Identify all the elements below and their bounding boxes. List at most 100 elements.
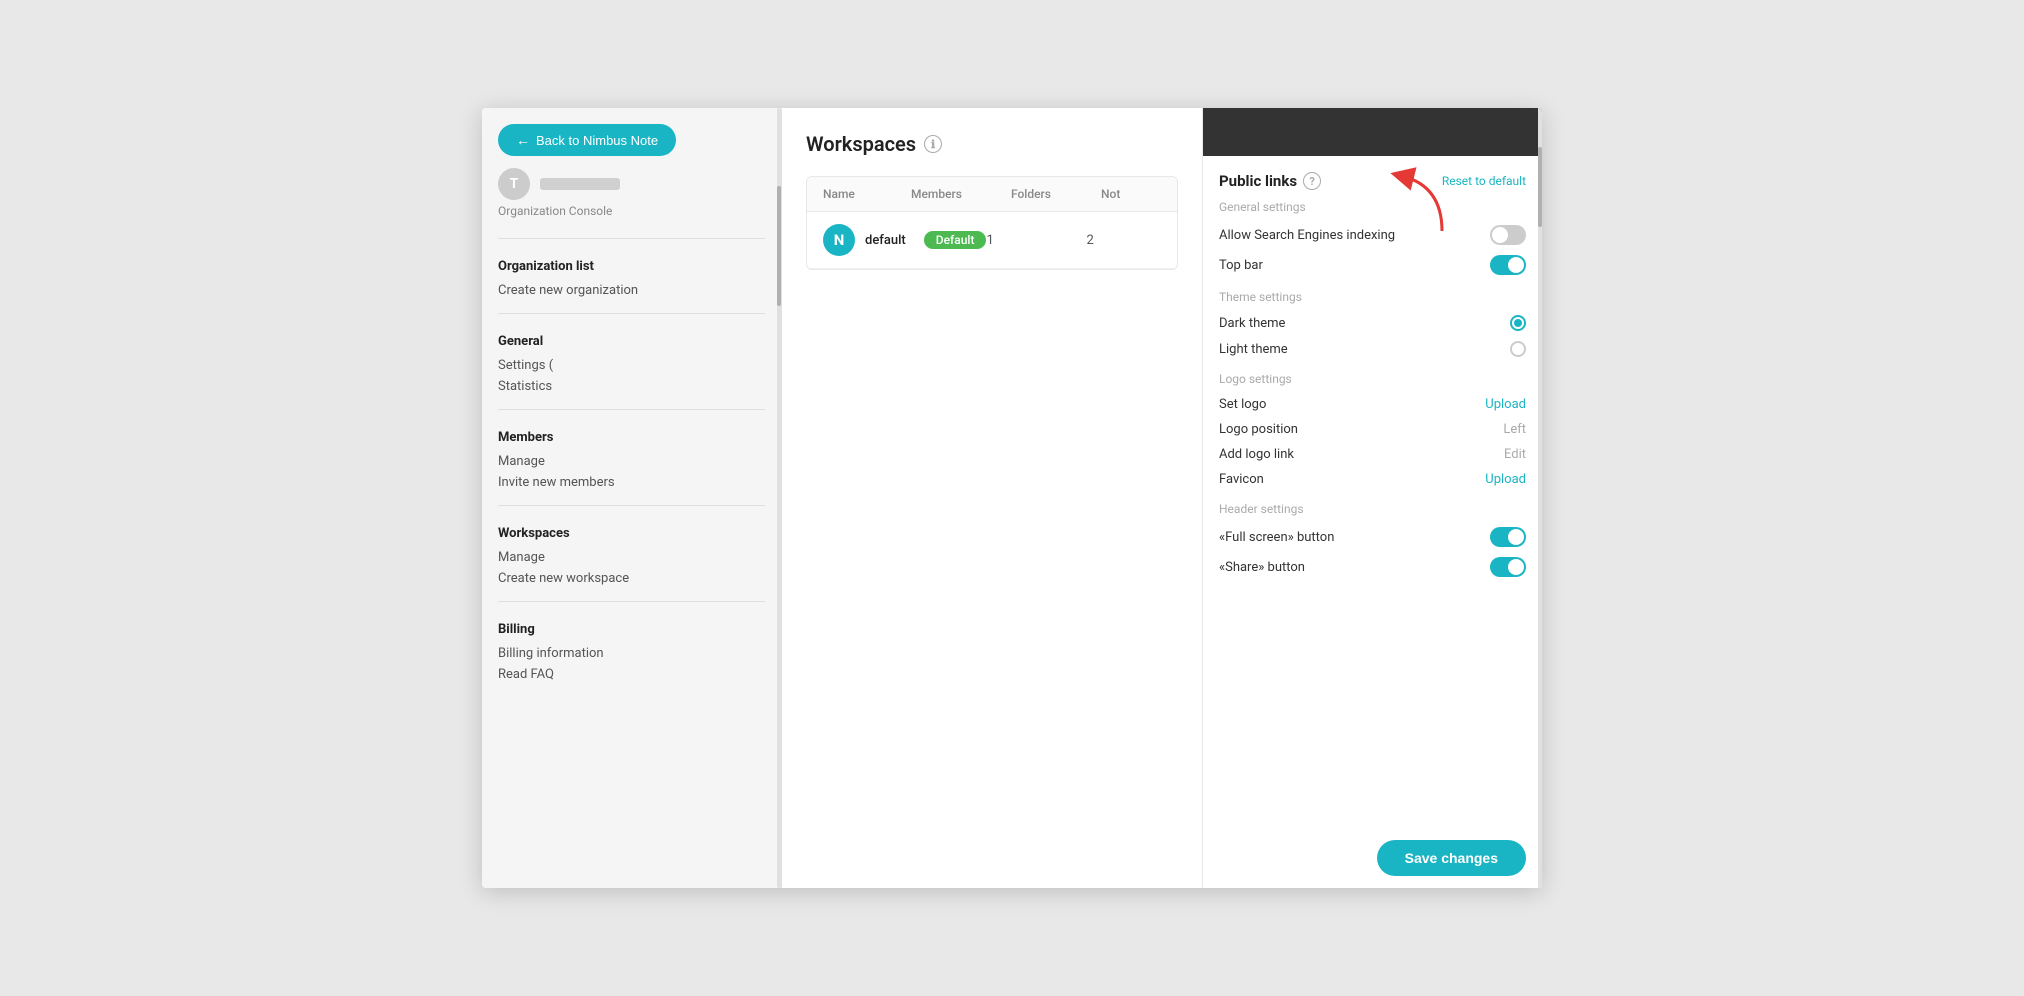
org-console-label: Organization Console bbox=[498, 204, 612, 218]
add-logo-link-label: Add logo link bbox=[1219, 447, 1294, 462]
sidebar-divider-4 bbox=[498, 505, 765, 506]
sidebar-item-settings[interactable]: Settings ( bbox=[498, 355, 765, 376]
general-settings-label: General settings bbox=[1219, 200, 1526, 214]
favicon-label: Favicon bbox=[1219, 472, 1264, 487]
sidebar-divider-3 bbox=[498, 409, 765, 410]
theme-settings-label: Theme settings bbox=[1219, 290, 1526, 304]
sidebar-section-members: Members Manage Invite new members bbox=[482, 418, 781, 497]
top-bar-label: Top bar bbox=[1219, 258, 1263, 273]
sidebar-section-billing: Billing Billing information Read FAQ bbox=[482, 610, 781, 689]
logo-settings-label: Logo settings bbox=[1219, 372, 1526, 386]
sidebar-section-org-list: Organization list Create new organizatio… bbox=[482, 247, 781, 305]
workspace-name: default bbox=[865, 233, 906, 248]
setting-row-set-logo: Set logo Upload bbox=[1219, 392, 1526, 417]
sidebar-section-title-members: Members bbox=[498, 430, 765, 445]
setting-row-search-engines: Allow Search Engines indexing bbox=[1219, 220, 1526, 250]
setting-row-add-logo-link: Add logo link Edit bbox=[1219, 442, 1526, 467]
setting-row-share-button: «Share» button bbox=[1219, 552, 1526, 582]
search-engines-label: Allow Search Engines indexing bbox=[1219, 228, 1395, 243]
sidebar-scroll-thumb bbox=[777, 186, 781, 306]
sidebar-item-statistics[interactable]: Statistics bbox=[498, 376, 765, 397]
toggle-thumb-2 bbox=[1508, 257, 1524, 273]
set-logo-label: Set logo bbox=[1219, 397, 1266, 412]
right-panel-scrollbar[interactable] bbox=[1538, 108, 1542, 888]
sidebar-section-title-workspaces: Workspaces bbox=[498, 526, 765, 541]
table-col-notes: Not bbox=[1101, 187, 1161, 201]
sidebar-section-title-billing: Billing bbox=[498, 622, 765, 637]
toggle-thumb-4 bbox=[1508, 559, 1524, 575]
logo-position-label: Logo position bbox=[1219, 422, 1298, 437]
page-title: Workspaces ℹ bbox=[806, 132, 1178, 156]
sidebar-item-invite-members[interactable]: Invite new members bbox=[498, 472, 765, 493]
setting-row-favicon: Favicon Upload bbox=[1219, 467, 1526, 492]
panel-info-icon[interactable]: ? bbox=[1303, 172, 1321, 190]
logo-position-value[interactable]: Left bbox=[1503, 422, 1526, 437]
search-engines-toggle[interactable] bbox=[1490, 225, 1526, 245]
sidebar-section-title-general: General bbox=[498, 334, 765, 349]
sidebar-divider-2 bbox=[498, 313, 765, 314]
table-header: Name Members Folders Not bbox=[807, 177, 1177, 212]
dark-theme-label: Dark theme bbox=[1219, 316, 1285, 331]
share-button-toggle[interactable] bbox=[1490, 557, 1526, 577]
setting-row-full-screen: «Full screen» button bbox=[1219, 522, 1526, 552]
dark-theme-radio[interactable] bbox=[1510, 315, 1526, 331]
full-screen-toggle[interactable] bbox=[1490, 527, 1526, 547]
right-panel-scroll-thumb bbox=[1538, 147, 1542, 227]
sidebar-item-read-faq[interactable]: Read FAQ bbox=[498, 664, 765, 685]
sidebar-section-general: General Settings ( Statistics bbox=[482, 322, 781, 401]
org-name-blur bbox=[540, 178, 620, 190]
org-console-section: T Organization Console bbox=[482, 168, 781, 230]
back-button-label: Back to Nimbus Note bbox=[536, 133, 658, 148]
favicon-upload-link[interactable]: Upload bbox=[1485, 472, 1526, 487]
sidebar-item-billing-info[interactable]: Billing information bbox=[498, 643, 765, 664]
panel-section-header: Public links ? Reset to default bbox=[1219, 172, 1526, 190]
sidebar-item-members-manage[interactable]: Manage bbox=[498, 451, 765, 472]
workspace-name-cell: N default Default bbox=[823, 224, 986, 256]
full-screen-label: «Full screen» button bbox=[1219, 530, 1334, 545]
setting-row-top-bar: Top bar bbox=[1219, 250, 1526, 280]
light-theme-label: Light theme bbox=[1219, 342, 1288, 357]
sidebar-divider bbox=[498, 238, 765, 239]
sidebar: ← Back to Nimbus Note T Organization Con… bbox=[482, 108, 782, 888]
table-cell-members: 1 bbox=[986, 233, 1086, 248]
sidebar-item-workspaces-manage[interactable]: Manage bbox=[498, 547, 765, 568]
setting-row-dark-theme: Dark theme bbox=[1219, 310, 1526, 336]
sidebar-section-title-org: Organization list bbox=[498, 259, 765, 274]
table-col-members: Members bbox=[911, 187, 1011, 201]
add-logo-link-action[interactable]: Edit bbox=[1504, 447, 1526, 462]
back-to-nimbus-button[interactable]: ← Back to Nimbus Note bbox=[498, 124, 676, 156]
set-logo-upload-link[interactable]: Upload bbox=[1485, 397, 1526, 412]
org-avatar-row: T bbox=[498, 168, 620, 200]
save-btn-container: Save changes bbox=[1203, 828, 1542, 888]
right-panel: Public links ? Reset to default General … bbox=[1202, 108, 1542, 888]
workspaces-info-icon[interactable]: ℹ bbox=[924, 135, 942, 153]
panel-title: Public links ? bbox=[1219, 172, 1321, 190]
table-cell-folders: 2 bbox=[1086, 233, 1176, 248]
sidebar-item-create-org[interactable]: Create new organization bbox=[498, 280, 765, 301]
content-area: Workspaces ℹ Name Members Folders Not N … bbox=[782, 108, 1202, 888]
setting-row-light-theme: Light theme bbox=[1219, 336, 1526, 362]
table-cell-notes: 0 bbox=[1176, 233, 1178, 248]
reset-to-default-link[interactable]: Reset to default bbox=[1442, 174, 1526, 188]
default-badge: Default bbox=[924, 231, 987, 249]
right-panel-header bbox=[1203, 108, 1542, 156]
sidebar-section-workspaces: Workspaces Manage Create new workspace bbox=[482, 514, 781, 593]
save-changes-button[interactable]: Save changes bbox=[1377, 840, 1526, 876]
toggle-thumb bbox=[1492, 227, 1508, 243]
share-button-label: «Share» button bbox=[1219, 560, 1305, 575]
table-col-folders: Folders bbox=[1011, 187, 1101, 201]
avatar: T bbox=[498, 168, 530, 200]
workspace-icon: N bbox=[823, 224, 855, 256]
light-theme-radio[interactable] bbox=[1510, 341, 1526, 357]
back-arrow-icon: ← bbox=[516, 132, 530, 148]
sidebar-item-create-workspace[interactable]: Create new workspace bbox=[498, 568, 765, 589]
right-panel-body: Public links ? Reset to default General … bbox=[1203, 156, 1542, 828]
table-col-name: Name bbox=[823, 187, 911, 201]
sidebar-divider-5 bbox=[498, 601, 765, 602]
table-row[interactable]: N default Default 1 2 0 bbox=[807, 212, 1177, 269]
header-settings-label: Header settings bbox=[1219, 502, 1526, 516]
toggle-thumb-3 bbox=[1508, 529, 1524, 545]
sidebar-scrollbar[interactable] bbox=[777, 108, 781, 888]
top-bar-toggle[interactable] bbox=[1490, 255, 1526, 275]
workspaces-table: Name Members Folders Not N default Defau… bbox=[806, 176, 1178, 270]
